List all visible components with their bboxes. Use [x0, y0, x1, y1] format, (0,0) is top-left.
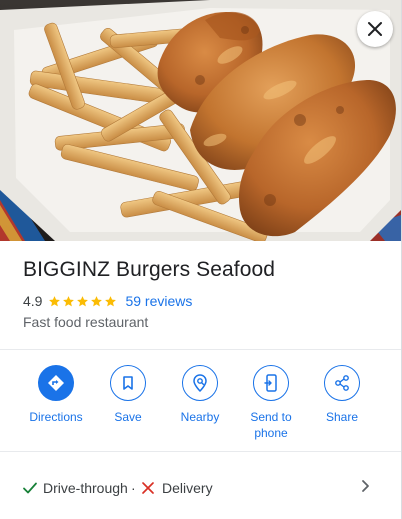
bookmark-icon	[110, 365, 146, 401]
rating-value: 4.9	[23, 293, 43, 309]
action-bar: Directions Save Nearby Send to phone Sha…	[0, 365, 401, 445]
star-icon	[77, 295, 89, 306]
phone-icon	[253, 365, 289, 401]
directions-label: Directions	[29, 410, 83, 424]
place-category[interactable]: Fast food restaurant	[23, 314, 148, 330]
service-options-row[interactable]: Drive-through · Delivery	[0, 468, 401, 508]
close-icon	[368, 22, 382, 36]
attribute-separator: ·	[131, 480, 136, 496]
check-icon	[23, 482, 37, 494]
cross-icon	[142, 482, 154, 494]
delivery-label: Delivery	[162, 480, 213, 496]
drive-through-label: Drive-through	[43, 480, 128, 496]
directions-icon	[38, 365, 74, 401]
nearby-pin-icon	[182, 365, 218, 401]
directions-button[interactable]: Directions	[20, 365, 92, 425]
drive-through-attribute: Drive-through	[22, 480, 128, 496]
place-photo[interactable]	[0, 0, 401, 241]
star-icon	[63, 295, 75, 306]
nearby-label: Nearby	[180, 410, 220, 424]
close-button[interactable]	[357, 11, 393, 47]
share-icon	[324, 365, 360, 401]
reviews-link[interactable]: 59 reviews	[125, 293, 192, 309]
chevron-right-icon[interactable]	[357, 478, 373, 494]
place-title: BIGGINZ Burgers Seafood	[23, 258, 276, 281]
save-label: Save	[114, 410, 142, 424]
divider	[0, 349, 401, 350]
fish-and-chips-photo	[0, 0, 401, 241]
place-panel: BIGGINZ Burgers Seafood 4.9 59 reviews F…	[0, 0, 402, 519]
save-button[interactable]: Save	[92, 365, 164, 425]
send-to-phone-button[interactable]: Send to phone	[235, 365, 307, 441]
star-rating	[48, 295, 118, 308]
share-label: Share	[325, 410, 359, 424]
star-icon	[105, 295, 117, 306]
divider	[0, 451, 401, 452]
nearby-button[interactable]: Nearby	[164, 365, 236, 425]
rating-row: 4.9 59 reviews	[23, 293, 192, 309]
send-to-phone-label: Send to phone	[250, 410, 292, 440]
star-icon	[49, 295, 61, 306]
share-button[interactable]: Share	[306, 365, 378, 425]
delivery-attribute: Delivery	[141, 480, 213, 496]
star-icon	[91, 295, 103, 306]
